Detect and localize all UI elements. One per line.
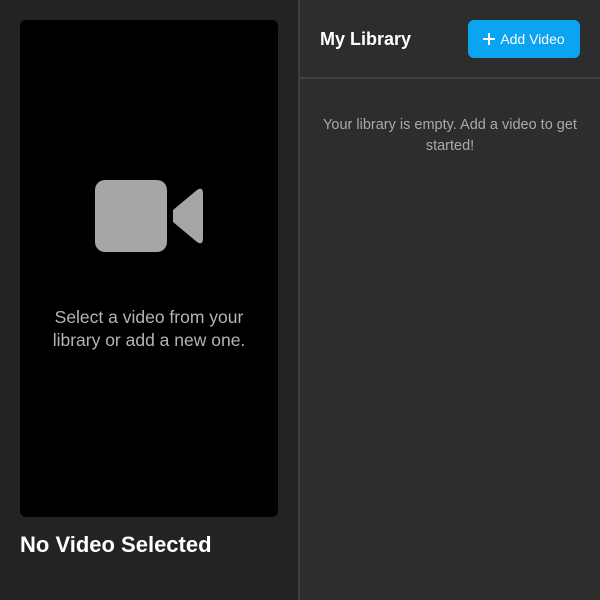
add-video-button[interactable]: Add Video bbox=[468, 20, 580, 58]
library-title: My Library bbox=[320, 29, 412, 49]
library-empty-message: Your library is empty. Add a video to ge… bbox=[323, 117, 577, 154]
library-header: My Library Add Video bbox=[300, 0, 600, 79]
video-title: No Video Selected bbox=[20, 532, 212, 557]
add-video-button-label: Add Video bbox=[500, 31, 565, 47]
player-pane: Select a video from your library or add … bbox=[0, 0, 298, 600]
video-player[interactable]: Select a video from your library or add … bbox=[20, 20, 278, 517]
library-pane: My Library Add Video Your library is emp… bbox=[300, 0, 600, 600]
player-placeholder-text: Select a video from your library or add … bbox=[52, 307, 246, 350]
video-camera-icon bbox=[95, 180, 203, 252]
app-window: Select a video from your library or add … bbox=[0, 0, 600, 600]
plus-icon bbox=[483, 33, 496, 45]
